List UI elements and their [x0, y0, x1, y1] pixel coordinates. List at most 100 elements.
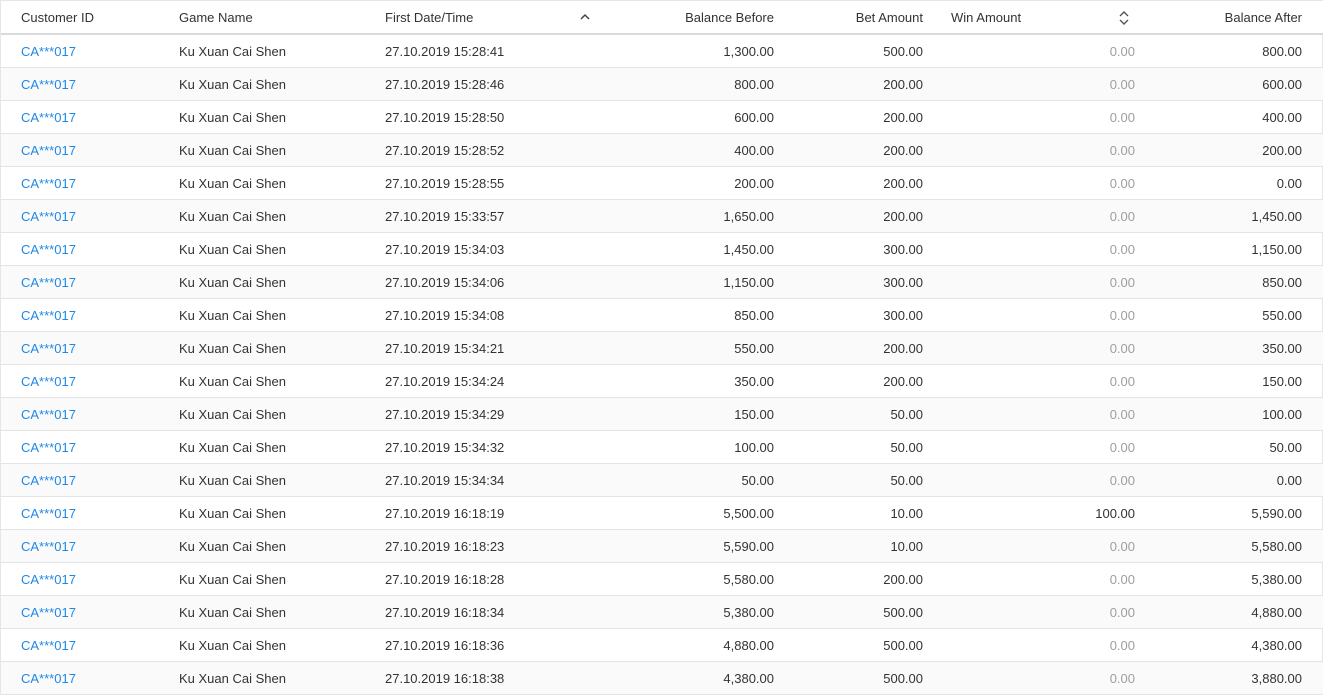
- balance-before-cell: 1,650.00: [723, 209, 774, 224]
- game-name-cell: Ku Xuan Cai Shen: [179, 110, 286, 125]
- datetime-cell: 27.10.2019 15:28:55: [385, 176, 505, 191]
- game-name-cell: Ku Xuan Cai Shen: [179, 539, 286, 554]
- table-row[interactable]: CA***017 Ku Xuan Cai Shen 27.10.2019 15:34…: [1, 332, 1323, 365]
- table-row[interactable]: CA***017 Ku Xuan Cai Shen 27.10.2019 15:34…: [1, 365, 1323, 398]
- game-name-cell: Ku Xuan Cai Shen: [179, 638, 286, 653]
- customer-id-link[interactable]: CA***017: [21, 629, 171, 662]
- column-header-win-amount[interactable]: Win Amount: [951, 1, 1135, 34]
- customer-id-link[interactable]: CA***017: [21, 68, 171, 101]
- bet-amount-cell: 50.00: [890, 440, 923, 455]
- customer-id-link[interactable]: CA***017: [21, 431, 171, 464]
- balance-after-cell: 350.00: [1262, 341, 1302, 356]
- balance-after-cell: 200.00: [1262, 143, 1302, 158]
- customer-id-link[interactable]: CA***017: [21, 332, 171, 365]
- table-row[interactable]: CA***017 Ku Xuan Cai Shen 27.10.2019 15:34…: [1, 398, 1323, 431]
- table-row[interactable]: CA***017 Ku Xuan Cai Shen 27.10.2019 15:33…: [1, 200, 1323, 233]
- balance-before-cell: 4,380.00: [723, 671, 774, 686]
- table-row[interactable]: CA***017 Ku Xuan Cai Shen 27.10.2019 16:18…: [1, 530, 1323, 563]
- column-header-balance-before[interactable]: Balance Before: [601, 1, 774, 34]
- table-row[interactable]: CA***017 Ku Xuan Cai Shen 27.10.2019 16:18…: [1, 662, 1323, 695]
- balance-after-cell: 1,450.00: [1251, 209, 1302, 224]
- table-row[interactable]: CA***017 Ku Xuan Cai Shen 27.10.2019 15:34…: [1, 266, 1323, 299]
- table-row[interactable]: CA***017 Ku Xuan Cai Shen 27.10.2019 15:28…: [1, 35, 1323, 68]
- customer-id-link[interactable]: CA***017: [21, 233, 171, 266]
- table-row[interactable]: CA***017 Ku Xuan Cai Shen 27.10.2019 15:28…: [1, 68, 1323, 101]
- customer-id-link[interactable]: CA***017: [21, 35, 171, 68]
- table-row[interactable]: CA***017 Ku Xuan Cai Shen 27.10.2019 16:18…: [1, 497, 1323, 530]
- table-row[interactable]: CA***017 Ku Xuan Cai Shen 27.10.2019 15:28…: [1, 167, 1323, 200]
- column-header-game-name[interactable]: Game Name: [179, 1, 379, 34]
- win-amount-cell: 0.00: [1109, 572, 1135, 587]
- game-name-cell: Ku Xuan Cai Shen: [179, 506, 286, 521]
- balance-before-cell: 350.00: [734, 374, 774, 389]
- balance-after-cell: 150.00: [1262, 374, 1302, 389]
- bet-amount-cell: 50.00: [890, 473, 923, 488]
- table-row[interactable]: CA***017 Ku Xuan Cai Shen 27.10.2019 16:18…: [1, 596, 1323, 629]
- balance-before-cell: 5,380.00: [723, 605, 774, 620]
- customer-id-link[interactable]: CA***017: [21, 266, 171, 299]
- game-name-cell: Ku Xuan Cai Shen: [179, 242, 286, 257]
- win-amount-cell: 0.00: [1109, 308, 1135, 323]
- customer-id-link[interactable]: CA***017: [21, 299, 171, 332]
- win-amount-cell: 0.00: [1109, 671, 1135, 686]
- game-name-cell: Ku Xuan Cai Shen: [179, 44, 286, 59]
- column-header-bet-amount[interactable]: Bet Amount: [801, 1, 923, 34]
- win-amount-cell: 0.00: [1109, 176, 1135, 191]
- table-row[interactable]: CA***017 Ku Xuan Cai Shen 27.10.2019 15:34…: [1, 299, 1323, 332]
- game-name-cell: Ku Xuan Cai Shen: [179, 176, 286, 191]
- bet-amount-cell: 300.00: [883, 275, 923, 290]
- datetime-cell: 27.10.2019 15:28:46: [385, 77, 505, 92]
- customer-id-link[interactable]: CA***017: [21, 398, 171, 431]
- table-row[interactable]: CA***017 Ku Xuan Cai Shen 27.10.2019 15:34…: [1, 464, 1323, 497]
- table-row[interactable]: CA***017 Ku Xuan Cai Shen 27.10.2019 16:18…: [1, 629, 1323, 662]
- win-amount-cell: 0.00: [1109, 374, 1135, 389]
- bet-amount-cell: 200.00: [883, 143, 923, 158]
- win-amount-cell: 0.00: [1109, 473, 1135, 488]
- customer-id-link[interactable]: CA***017: [21, 365, 171, 398]
- bet-amount-cell: 200.00: [883, 209, 923, 224]
- bet-amount-cell: 500.00: [883, 44, 923, 59]
- customer-id-link[interactable]: CA***017: [21, 134, 171, 167]
- bet-amount-cell: 10.00: [890, 506, 923, 521]
- bet-amount-cell: 500.00: [883, 671, 923, 686]
- datetime-cell: 27.10.2019 15:34:03: [385, 242, 505, 257]
- customer-id-link[interactable]: CA***017: [21, 563, 171, 596]
- game-name-cell: Ku Xuan Cai Shen: [179, 374, 286, 389]
- game-name-cell: Ku Xuan Cai Shen: [179, 407, 286, 422]
- game-name-cell: Ku Xuan Cai Shen: [179, 440, 286, 455]
- column-header-balance-after[interactable]: Balance After: [1151, 1, 1302, 34]
- column-header-first-datetime[interactable]: First Date/Time: [385, 1, 605, 34]
- customer-id-link[interactable]: CA***017: [21, 101, 171, 134]
- sort-updown-icon[interactable]: [1119, 1, 1129, 34]
- customer-id-link[interactable]: CA***017: [21, 167, 171, 200]
- datetime-cell: 27.10.2019 15:34:21: [385, 341, 505, 356]
- win-amount-cell: 0.00: [1109, 638, 1135, 653]
- game-name-cell: Ku Xuan Cai Shen: [179, 572, 286, 587]
- customer-id-link[interactable]: CA***017: [21, 200, 171, 233]
- balance-before-cell: 400.00: [734, 143, 774, 158]
- balance-after-cell: 3,880.00: [1251, 671, 1302, 686]
- table-row[interactable]: CA***017 Ku Xuan Cai Shen 27.10.2019 15:34…: [1, 233, 1323, 266]
- game-name-cell: Ku Xuan Cai Shen: [179, 143, 286, 158]
- table-row[interactable]: CA***017 Ku Xuan Cai Shen 27.10.2019 16:18…: [1, 563, 1323, 596]
- customer-id-link[interactable]: CA***017: [21, 596, 171, 629]
- table-row[interactable]: CA***017 Ku Xuan Cai Shen 27.10.2019 15:28…: [1, 101, 1323, 134]
- customer-id-link[interactable]: CA***017: [21, 662, 171, 695]
- customer-id-link[interactable]: CA***017: [21, 530, 171, 563]
- balance-after-cell: 5,590.00: [1251, 506, 1302, 521]
- bet-amount-cell: 200.00: [883, 77, 923, 92]
- bet-amount-cell: 500.00: [883, 605, 923, 620]
- balance-after-cell: 5,380.00: [1251, 572, 1302, 587]
- balance-after-cell: 4,380.00: [1251, 638, 1302, 653]
- table-row[interactable]: CA***017 Ku Xuan Cai Shen 27.10.2019 15:34…: [1, 431, 1323, 464]
- chevron-up-icon[interactable]: [580, 1, 590, 34]
- bet-amount-cell: 200.00: [883, 572, 923, 587]
- win-amount-cell: 0.00: [1109, 341, 1135, 356]
- datetime-cell: 27.10.2019 15:34:24: [385, 374, 505, 389]
- balance-before-cell: 4,880.00: [723, 638, 774, 653]
- customer-id-link[interactable]: CA***017: [21, 464, 171, 497]
- table-row[interactable]: CA***017 Ku Xuan Cai Shen 27.10.2019 15:28…: [1, 134, 1323, 167]
- customer-id-link[interactable]: CA***017: [21, 497, 171, 530]
- column-header-customer-id[interactable]: Customer ID: [21, 1, 171, 34]
- datetime-cell: 27.10.2019 15:34:08: [385, 308, 505, 323]
